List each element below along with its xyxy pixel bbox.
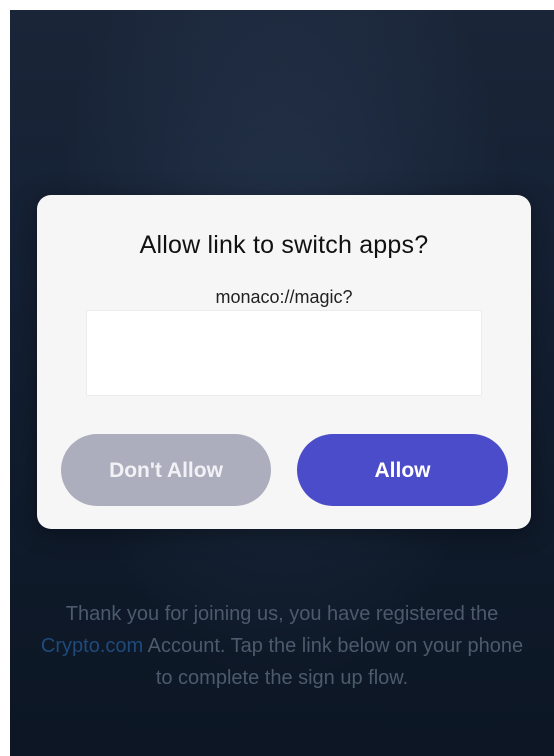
message-text-end: Account. Tap the link below on your phon…: [143, 635, 524, 689]
dialog-title: Allow link to switch apps?: [139, 231, 429, 259]
url-preview-box: [86, 310, 482, 396]
signup-message: Thank you for joining us, you have regis…: [30, 598, 534, 694]
message-text-start: Thank you for joining us, you have regis…: [65, 603, 499, 625]
allow-button[interactable]: Allow: [297, 434, 508, 506]
app-screen: Allow link to switch apps? monaco://magi…: [10, 10, 554, 756]
dialog-url: monaco://magic?: [215, 287, 353, 307]
dont-allow-button[interactable]: Don't Allow: [61, 434, 271, 506]
switch-apps-dialog: Allow link to switch apps? monaco://magi…: [37, 195, 531, 529]
crypto-link[interactable]: Crypto.com: [41, 635, 143, 657]
